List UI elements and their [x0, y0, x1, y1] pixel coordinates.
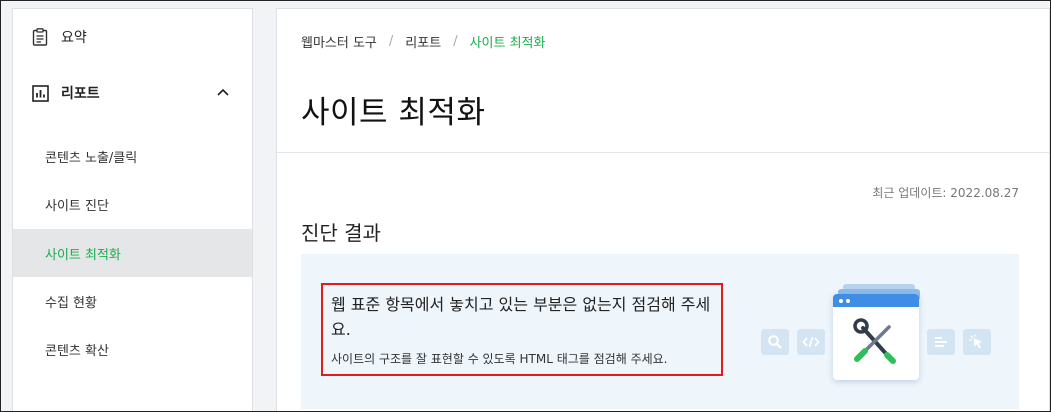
optimization-illustration — [761, 282, 1001, 392]
sidebar-subitem-site-diagnosis[interactable]: 사이트 진단 — [13, 180, 252, 228]
banner-description: 사이트의 구조를 잘 표현할 수 있도록 HTML 태그를 점검해 주세요. — [331, 352, 668, 366]
section-title: 진단 결과 — [301, 221, 381, 245]
sidebar-subitem-label: 콘텐츠 노출/클릭 — [45, 150, 138, 166]
sidebar-item-label: 요약 — [61, 30, 87, 46]
sidebar-item-label: 리포트 — [61, 86, 100, 102]
sidebar-subitem-content-exposure[interactable]: 콘텐츠 노출/클릭 — [13, 132, 252, 180]
sidebar-item-summary[interactable]: 요약 — [13, 17, 252, 57]
bar-chart-icon — [31, 84, 49, 102]
sidebar-subitem-label: 사이트 진단 — [45, 198, 109, 214]
highlight-box: 웹 표준 항목에서 놓치고 있는 부분은 없는지 점검해 주세요. 사이트의 구… — [321, 283, 723, 376]
sidebar-subitem-collection-status[interactable]: 수집 현황 — [13, 277, 252, 325]
search-icon — [761, 329, 789, 355]
text-align-icon — [927, 329, 955, 355]
page-title: 사이트 최적화 — [301, 95, 486, 131]
tools-icon — [833, 294, 919, 380]
diagnosis-banner: 웹 표준 항목에서 놓치고 있는 부분은 없는지 점검해 주세요. 사이트의 구… — [301, 254, 1019, 409]
banner-headline: 웹 표준 항목에서 놓치고 있는 부분은 없는지 점검해 주세요. — [331, 295, 711, 339]
breadcrumb-separator: / — [388, 34, 394, 49]
main-panel: 웹마스터 도구 / 리포트 / 사이트 최적화 사이트 최적화 최근 업데이트:… — [276, 8, 1050, 411]
sidebar-subitem-label: 콘텐츠 확산 — [45, 343, 109, 359]
sidebar-subitem-site-optimization[interactable]: 사이트 최적화 — [13, 229, 252, 277]
breadcrumb: 웹마스터 도구 / 리포트 / 사이트 최적화 — [301, 32, 545, 51]
last-updated: 최근 업데이트: 2022.08.27 — [872, 186, 1019, 200]
clipboard-icon — [31, 28, 49, 46]
breadcrumb-current: 사이트 최적화 — [469, 36, 546, 51]
sidebar: 요약 리포트 콘텐츠 노출/클릭 사이트 진단 사이트 최적화 수집 현황 콘텐… — [12, 8, 253, 411]
code-icon — [797, 329, 825, 355]
sidebar-item-report[interactable]: 리포트 — [13, 73, 252, 113]
divider — [277, 152, 1049, 153]
page-frame: 요약 리포트 콘텐츠 노출/클릭 사이트 진단 사이트 최적화 수집 현황 콘텐… — [0, 0, 1051, 412]
breadcrumb-link-webmaster-tools[interactable]: 웹마스터 도구 — [301, 32, 377, 51]
cursor-icon — [963, 329, 991, 355]
sidebar-subitem-content-spread[interactable]: 콘텐츠 확산 — [13, 325, 252, 373]
breadcrumb-link-report[interactable]: 리포트 — [405, 32, 441, 51]
sidebar-subitem-label: 사이트 최적화 — [45, 247, 121, 263]
breadcrumb-separator: / — [453, 34, 458, 49]
chevron-up-icon[interactable] — [216, 85, 230, 99]
sidebar-subitem-label: 수집 현황 — [45, 295, 97, 311]
